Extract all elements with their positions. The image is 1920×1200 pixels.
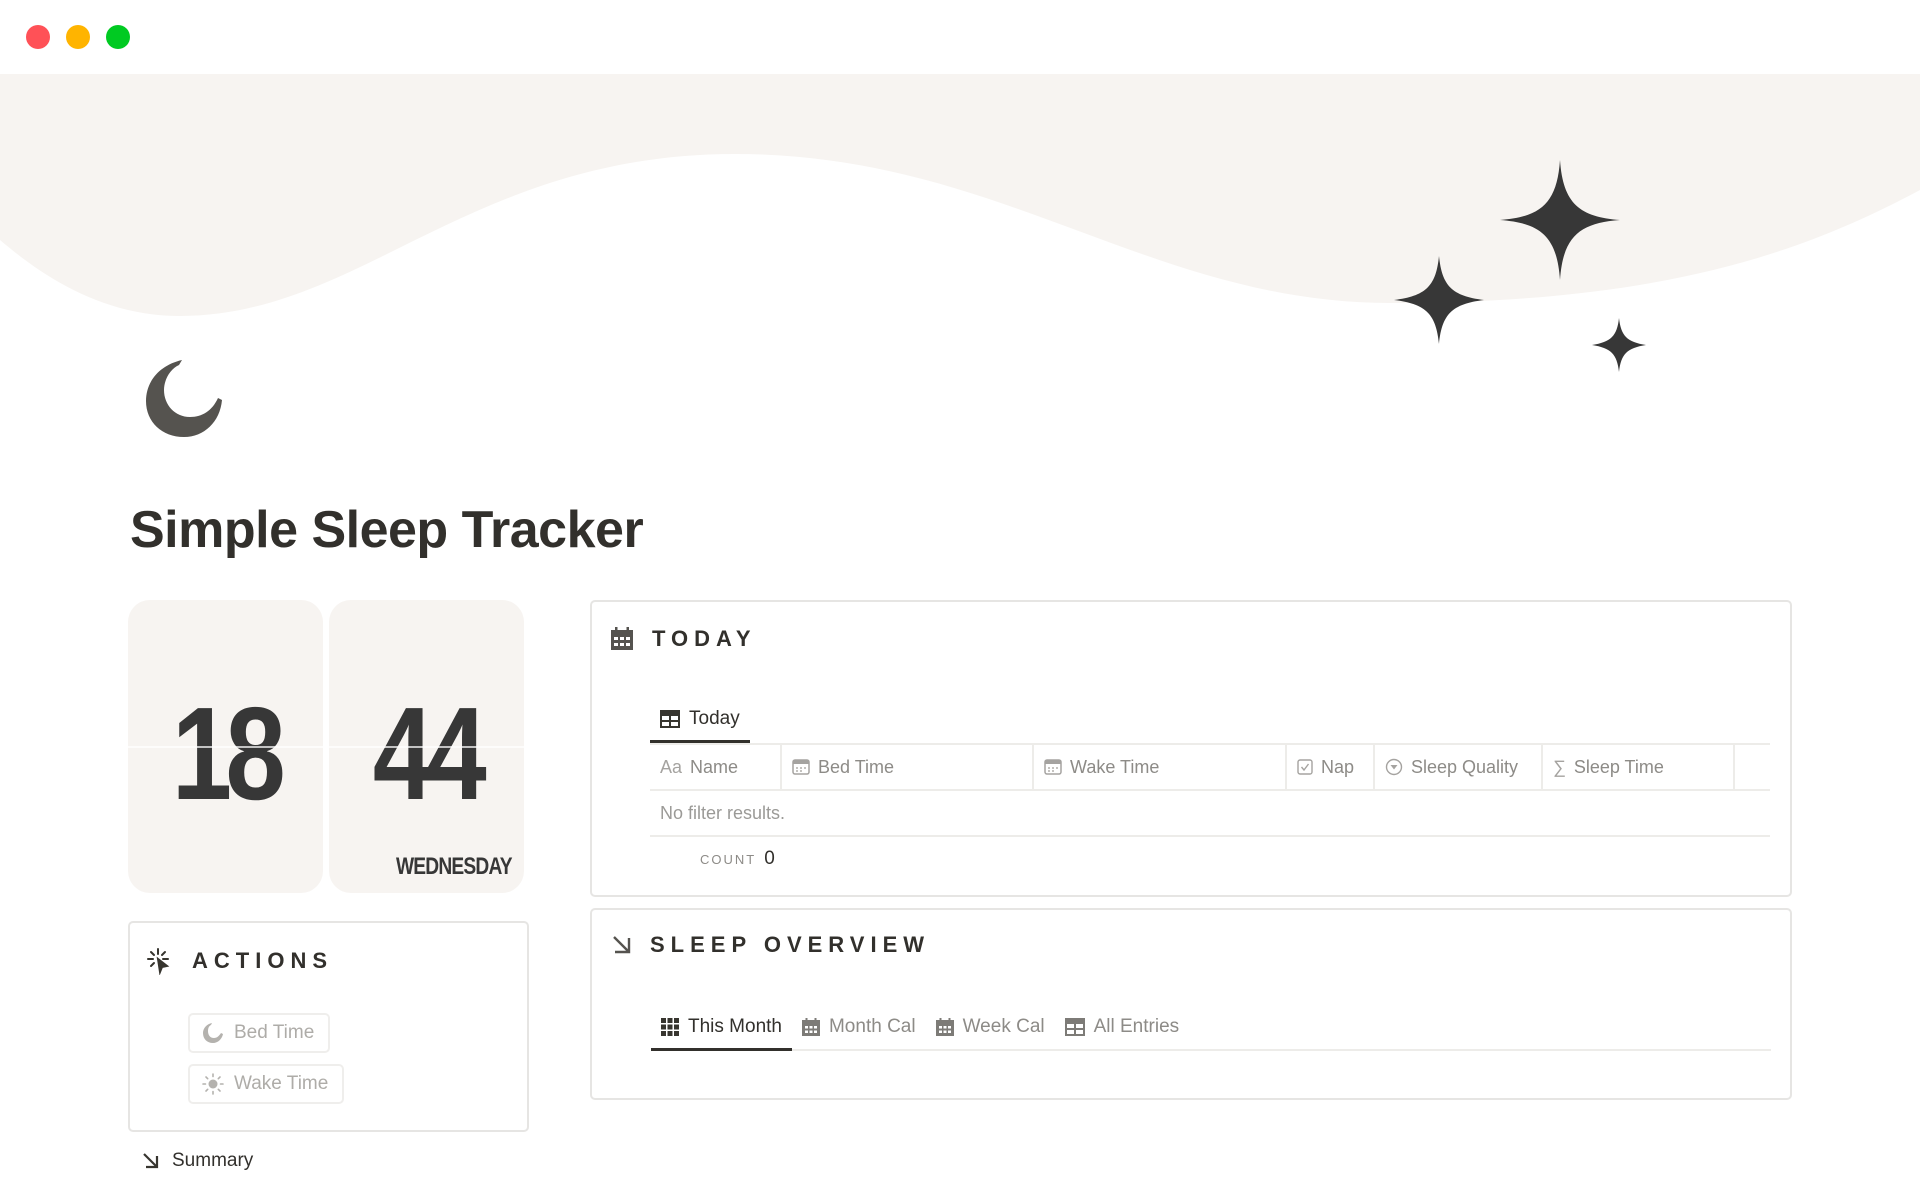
tab-today-label: Today [689, 708, 740, 729]
summary-link[interactable]: Summary [142, 1150, 253, 1172]
date-icon [792, 759, 810, 775]
arrow-down-right-icon [142, 1152, 160, 1170]
today-callout: TODAY Today Aa Name Bed Time Wake Time N… [590, 600, 1792, 897]
formula-icon: ∑ [1553, 756, 1566, 777]
tab-this-month[interactable]: This Month [651, 1005, 792, 1051]
calendar-icon [801, 1018, 820, 1036]
table-icon [660, 710, 680, 728]
table-header: Aa Name Bed Time Wake Time Nap Sleep Qua… [650, 743, 1770, 791]
column-label: Sleep Time [1573, 756, 1664, 777]
checkbox-icon [1297, 759, 1313, 775]
crescent-moon-icon[interactable] [142, 355, 226, 439]
window-titlebar [0, 0, 1920, 74]
table-footer: COUNT 0 [650, 837, 1770, 881]
clock-fold-line [329, 746, 524, 748]
today-table: Aa Name Bed Time Wake Time Nap Sleep Qua… [650, 743, 1770, 881]
calendar-icon [610, 627, 634, 651]
arrow-down-right-icon [612, 935, 632, 955]
clock-hours-card: 18 [128, 600, 323, 893]
actions-callout: ACTIONS Bed Time Wake Time [128, 921, 529, 1132]
column-header-name[interactable]: Aa Name [650, 745, 782, 789]
close-window-button[interactable] [26, 25, 50, 49]
column-header-wake-time[interactable]: Wake Time [1034, 745, 1287, 789]
actions-heading: ACTIONS [146, 947, 333, 975]
column-label: Wake Time [1070, 756, 1160, 777]
empty-results-row: No filter results. [650, 791, 1770, 837]
wave-cover [0, 74, 1920, 372]
calendar-icon [935, 1018, 954, 1036]
minimize-window-button[interactable] [66, 25, 90, 49]
actions-title: ACTIONS [192, 948, 333, 973]
tab-label: Month Cal [828, 1016, 916, 1037]
date-icon [1044, 759, 1062, 775]
clock-minutes-card: 44 WEDNESDAY [329, 600, 524, 893]
tab-today[interactable]: Today [650, 697, 750, 743]
add-column-cell[interactable] [1735, 745, 1770, 789]
today-view-tabs: Today [650, 697, 750, 743]
overview-view-tabs: This Month Month Cal Week Cal All Entrie… [651, 1005, 1771, 1051]
clock-fold-line [128, 746, 323, 748]
column-label: Sleep Quality [1411, 756, 1519, 777]
column-label: Name [690, 756, 739, 777]
bed-time-button[interactable]: Bed Time [188, 1013, 331, 1053]
clock-minutes: 44 [372, 680, 487, 827]
wake-time-label: Wake Time [234, 1073, 329, 1094]
maximize-window-button[interactable] [106, 25, 130, 49]
clock-weekday: WEDNESDAY [396, 853, 513, 880]
summary-label: Summary [172, 1150, 254, 1171]
tab-week-cal[interactable]: Week Cal [926, 1005, 1055, 1049]
wake-time-button[interactable]: Wake Time [188, 1064, 345, 1104]
text-icon: Aa [660, 756, 683, 777]
column-header-bed-time[interactable]: Bed Time [782, 745, 1034, 789]
tab-label: Week Cal [962, 1016, 1045, 1037]
tab-all-entries[interactable]: All Entries [1055, 1005, 1190, 1049]
tab-label: All Entries [1093, 1016, 1180, 1037]
column-header-sleep-time[interactable]: ∑ Sleep Time [1543, 745, 1735, 789]
today-heading: TODAY [610, 626, 757, 652]
sleep-overview-callout: SLEEP OVERVIEW This Month Month Cal Week… [590, 908, 1792, 1100]
tab-label: This Month [688, 1016, 782, 1037]
column-header-sleep-quality[interactable]: Sleep Quality [1375, 745, 1543, 789]
column-header-nap[interactable]: Nap [1287, 745, 1375, 789]
cursor-click-icon [146, 947, 174, 975]
overview-heading: SLEEP OVERVIEW [612, 932, 930, 958]
moon-icon [202, 1022, 224, 1044]
today-title: TODAY [652, 626, 757, 651]
sparkle-star-icon [1592, 318, 1646, 372]
sun-icon [202, 1073, 224, 1095]
bed-time-label: Bed Time [234, 1022, 315, 1043]
clock-hours: 18 [171, 680, 286, 827]
page-title: Simple Sleep Tracker [130, 501, 644, 559]
gallery-icon [661, 1018, 679, 1036]
column-label: Bed Time [818, 756, 895, 777]
count-label: COUNT [700, 851, 757, 867]
column-label: Nap [1321, 756, 1355, 777]
overview-title: SLEEP OVERVIEW [650, 932, 931, 957]
cover-image [0, 74, 1920, 374]
count-value: 0 [764, 848, 775, 869]
select-icon [1385, 758, 1403, 776]
tab-month-cal[interactable]: Month Cal [792, 1005, 926, 1049]
table-icon [1064, 1018, 1085, 1036]
